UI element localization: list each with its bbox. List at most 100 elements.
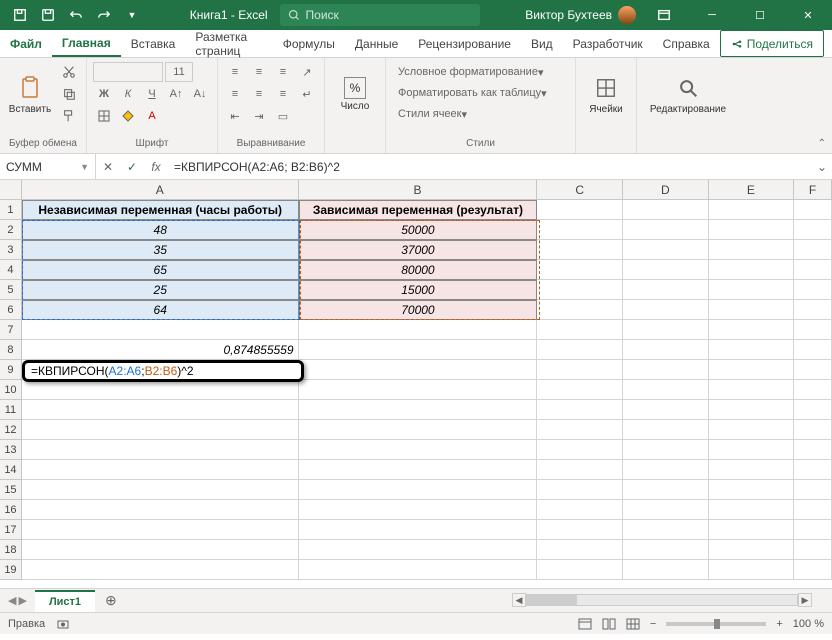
wrap-text-icon[interactable]: ↵ bbox=[296, 84, 318, 104]
cell[interactable] bbox=[22, 420, 299, 440]
conditional-formatting-button[interactable]: Условное форматирование ▾ bbox=[392, 62, 549, 82]
bold-button[interactable]: Ж bbox=[93, 84, 115, 104]
cell[interactable] bbox=[709, 260, 795, 280]
borders-icon[interactable] bbox=[93, 106, 115, 126]
cell[interactable]: 65 bbox=[22, 260, 299, 280]
tab-nav-next-icon[interactable]: ▶ bbox=[18, 594, 26, 607]
cell[interactable] bbox=[709, 480, 795, 500]
cell[interactable] bbox=[537, 300, 623, 320]
cell[interactable] bbox=[794, 480, 832, 500]
row-header[interactable]: 10 bbox=[0, 380, 22, 400]
cell[interactable] bbox=[537, 500, 623, 520]
copy-icon[interactable] bbox=[58, 84, 80, 104]
scroll-right-icon[interactable]: ▶ bbox=[798, 593, 812, 607]
cell[interactable]: Независимая переменная (часы работы) bbox=[22, 200, 299, 220]
cell[interactable] bbox=[623, 240, 709, 260]
tab-review[interactable]: Рецензирование bbox=[408, 30, 521, 57]
cell[interactable] bbox=[537, 200, 623, 220]
cell[interactable] bbox=[709, 320, 795, 340]
scroll-left-icon[interactable]: ◀ bbox=[512, 593, 526, 607]
cell[interactable] bbox=[22, 460, 299, 480]
cell[interactable] bbox=[537, 420, 623, 440]
cell[interactable] bbox=[794, 540, 832, 560]
search-box[interactable]: Поиск bbox=[280, 4, 480, 26]
cell[interactable] bbox=[623, 400, 709, 420]
cell[interactable] bbox=[537, 380, 623, 400]
col-header-c[interactable]: C bbox=[537, 180, 623, 199]
tab-data[interactable]: Данные bbox=[345, 30, 408, 57]
cells-button[interactable]: Ячейки bbox=[582, 62, 630, 126]
cell[interactable] bbox=[794, 560, 832, 580]
cell[interactable] bbox=[709, 340, 795, 360]
cell[interactable] bbox=[537, 520, 623, 540]
row-header[interactable]: 5 bbox=[0, 280, 22, 300]
active-cell-editor[interactable]: =КВПИРСОН(A2:A6; B2:B6)^2 bbox=[22, 360, 304, 382]
cell[interactable] bbox=[794, 280, 832, 300]
cell[interactable]: 0,874855559 bbox=[22, 340, 299, 360]
cell[interactable]: 64 bbox=[22, 300, 299, 320]
autosave-icon[interactable] bbox=[8, 3, 32, 27]
paste-button[interactable]: Вставить bbox=[6, 62, 54, 126]
align-middle-icon[interactable]: ≡ bbox=[248, 62, 270, 82]
align-left-icon[interactable]: ≡ bbox=[224, 84, 246, 104]
cell[interactable] bbox=[623, 480, 709, 500]
cell[interactable] bbox=[623, 560, 709, 580]
cell[interactable] bbox=[709, 440, 795, 460]
cell[interactable] bbox=[22, 520, 299, 540]
row-header[interactable]: 17 bbox=[0, 520, 22, 540]
cell[interactable]: 37000 bbox=[299, 240, 538, 260]
editing-button[interactable]: Редактирование bbox=[643, 62, 733, 126]
cell[interactable] bbox=[623, 260, 709, 280]
horizontal-scrollbar[interactable]: ◀ ▶ bbox=[512, 593, 812, 607]
row-header[interactable]: 15 bbox=[0, 480, 22, 500]
cell[interactable] bbox=[709, 280, 795, 300]
indent-decrease-icon[interactable]: ⇤ bbox=[224, 106, 246, 126]
sheet-tab[interactable]: Лист1 bbox=[35, 590, 95, 612]
cell[interactable] bbox=[537, 440, 623, 460]
cell[interactable] bbox=[623, 460, 709, 480]
row-header[interactable]: 8 bbox=[0, 340, 22, 360]
cell[interactable] bbox=[537, 320, 623, 340]
minimize-button[interactable]: ─ bbox=[692, 0, 732, 30]
cell[interactable] bbox=[537, 240, 623, 260]
align-center-icon[interactable]: ≡ bbox=[248, 84, 270, 104]
underline-button[interactable]: Ч bbox=[141, 84, 163, 104]
row-header[interactable]: 14 bbox=[0, 460, 22, 480]
undo-icon[interactable] bbox=[64, 3, 88, 27]
cell[interactable]: 70000 bbox=[299, 300, 538, 320]
cell-styles-button[interactable]: Стили ячеек ▾ bbox=[392, 104, 473, 124]
row-header[interactable]: 18 bbox=[0, 540, 22, 560]
cell[interactable] bbox=[22, 500, 299, 520]
cell[interactable] bbox=[299, 360, 538, 380]
cell[interactable] bbox=[537, 340, 623, 360]
fill-color-icon[interactable] bbox=[117, 106, 139, 126]
cell[interactable] bbox=[794, 500, 832, 520]
cell[interactable] bbox=[623, 500, 709, 520]
cell[interactable] bbox=[299, 480, 538, 500]
expand-formula-bar-icon[interactable]: ⌄ bbox=[812, 160, 832, 174]
cell[interactable] bbox=[22, 440, 299, 460]
cell[interactable] bbox=[623, 340, 709, 360]
row-header[interactable]: 12 bbox=[0, 420, 22, 440]
cell[interactable] bbox=[709, 460, 795, 480]
cell[interactable] bbox=[537, 560, 623, 580]
cell[interactable] bbox=[299, 540, 538, 560]
close-button[interactable]: ✕ bbox=[788, 0, 828, 30]
cell[interactable] bbox=[794, 460, 832, 480]
cell[interactable] bbox=[299, 380, 538, 400]
cell[interactable]: 35 bbox=[22, 240, 299, 260]
tab-insert[interactable]: Вставка bbox=[121, 30, 186, 57]
cell[interactable] bbox=[623, 280, 709, 300]
col-header-a[interactable]: A bbox=[22, 180, 299, 199]
row-header[interactable]: 16 bbox=[0, 500, 22, 520]
row-header[interactable]: 9 bbox=[0, 360, 22, 380]
cell[interactable] bbox=[709, 520, 795, 540]
font-size-dropdown[interactable]: 11 bbox=[165, 62, 193, 82]
cell[interactable] bbox=[299, 560, 538, 580]
align-right-icon[interactable]: ≡ bbox=[272, 84, 294, 104]
row-header[interactable]: 2 bbox=[0, 220, 22, 240]
fx-icon[interactable]: fx bbox=[144, 154, 168, 179]
view-normal-icon[interactable] bbox=[578, 618, 592, 630]
cell[interactable]: 48 bbox=[22, 220, 299, 240]
cell[interactable] bbox=[794, 340, 832, 360]
